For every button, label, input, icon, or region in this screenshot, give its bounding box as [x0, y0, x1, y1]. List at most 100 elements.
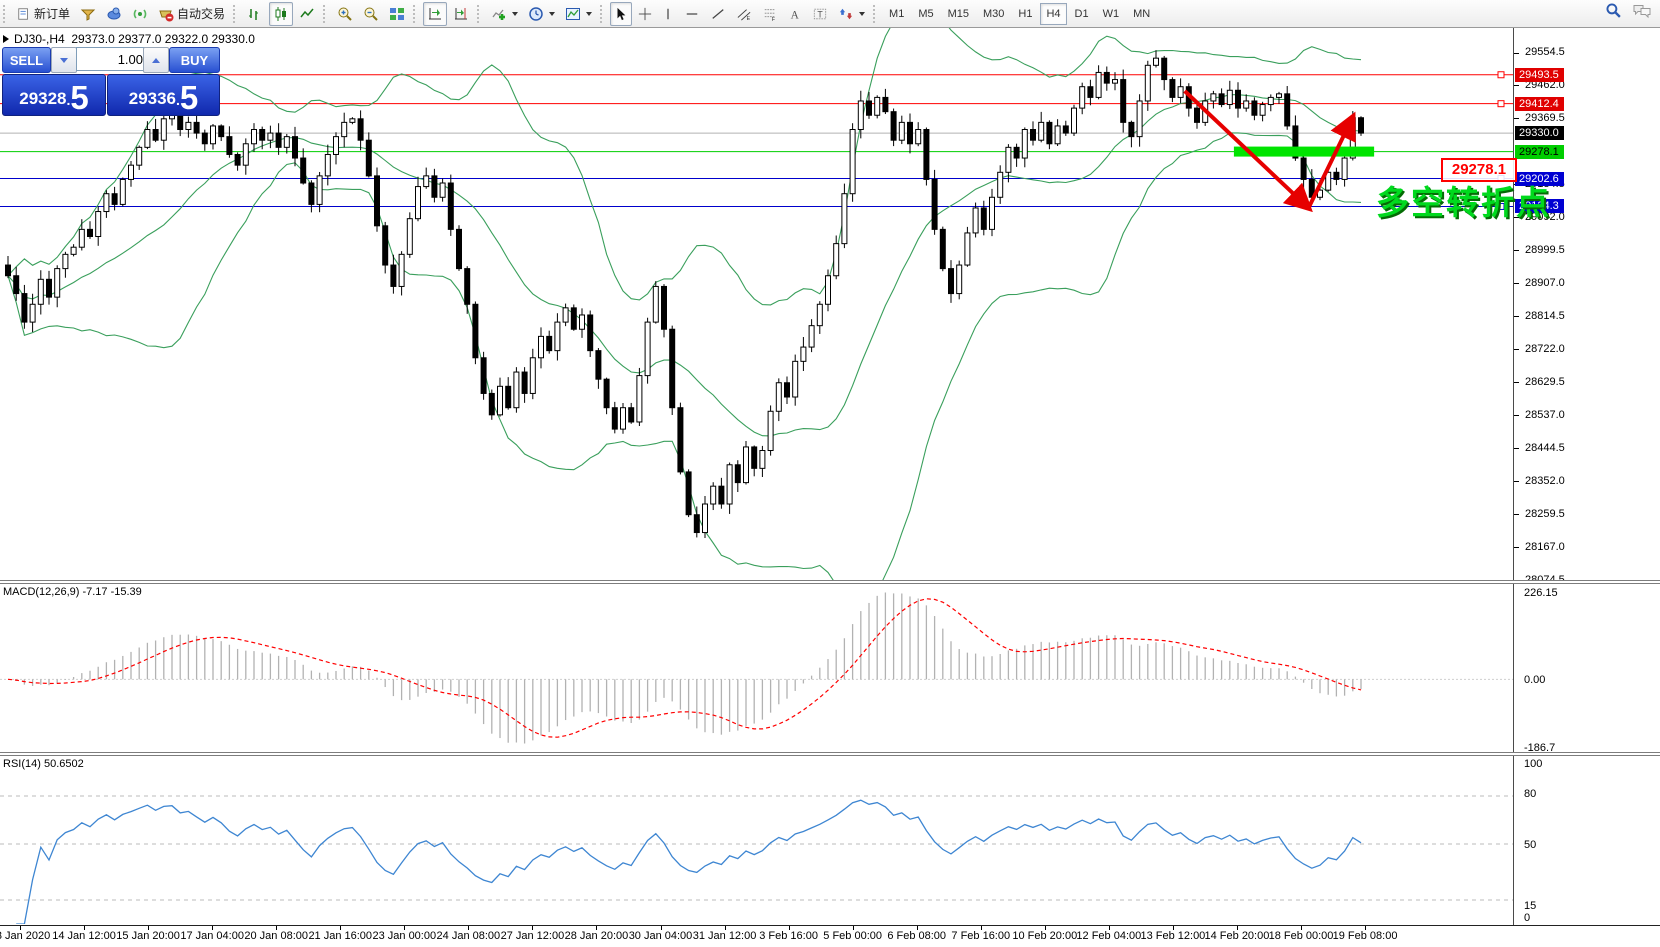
pane-divider[interactable]: [0, 580, 1660, 584]
time-axis[interactable]: 13 Jan 202014 Jan 12:0015 Jan 20:0017 Ja…: [0, 925, 1660, 947]
price-tick-dash: [1514, 415, 1519, 416]
vertical-line-button[interactable]: [658, 2, 678, 26]
tile-windows-button[interactable]: [385, 2, 409, 26]
timeframe-D1[interactable]: D1: [1069, 3, 1095, 25]
macd-axis-label: 0.00: [1524, 674, 1545, 686]
timeframe-M30[interactable]: M30: [977, 3, 1010, 25]
timeframe-M5[interactable]: M5: [912, 3, 939, 25]
buy-price-panel[interactable]: 29336.5: [107, 74, 220, 116]
indicators-button[interactable]: [487, 2, 522, 26]
macd-pane[interactable]: [0, 584, 1513, 752]
time-label: 14 Jan 12:00: [52, 930, 116, 942]
text-button[interactable]: A: [784, 2, 806, 26]
toolbar-grip[interactable]: [3, 5, 8, 23]
svg-text:T: T: [817, 9, 823, 19]
toolbar-grip[interactable]: [413, 5, 418, 23]
price-tick-dash: [1514, 448, 1519, 449]
price-tick: 28537.0: [1525, 409, 1565, 421]
tile-windows-icon: [389, 6, 405, 22]
horizontal-line-button[interactable]: [680, 2, 704, 26]
spin-up-icon: [152, 58, 160, 63]
text-label-button[interactable]: T: [808, 2, 832, 26]
time-label: 13 Jan 2020: [0, 930, 50, 942]
new-order-button[interactable]: 新订单: [13, 2, 74, 26]
arrows-caret-icon: [859, 12, 865, 16]
main-chart[interactable]: [0, 28, 1513, 584]
toolbar-grip[interactable]: [873, 5, 878, 23]
arrows-button[interactable]: [834, 2, 869, 26]
price-tick: 28167.0: [1525, 541, 1565, 553]
chart-line-button[interactable]: [295, 2, 319, 26]
time-label: 24 Jan 08:00: [437, 930, 501, 942]
chart-shift-button[interactable]: [449, 2, 473, 26]
buy-button[interactable]: BUY: [169, 47, 220, 73]
crosshair-button[interactable]: [634, 2, 656, 26]
candlestick-icon: [273, 6, 289, 22]
sell-button[interactable]: SELL: [2, 47, 51, 73]
fibonacci-button[interactable]: F: [758, 2, 782, 26]
search-icon[interactable]: [1605, 2, 1622, 19]
pane-divider[interactable]: [0, 752, 1660, 756]
toolbar-grip[interactable]: [600, 5, 605, 23]
rsi-axis-label: 80: [1524, 788, 1536, 800]
text-label-icon: T: [812, 7, 828, 21]
chart-bars-button[interactable]: [243, 2, 267, 26]
sell-price: 29328: [19, 84, 66, 114]
auto-trading-button[interactable]: 自动交易: [154, 2, 229, 26]
timeframe-MN[interactable]: MN: [1127, 3, 1156, 25]
rsi-pane[interactable]: [0, 756, 1513, 924]
community-button[interactable]: [102, 2, 126, 26]
periods-caret-icon: [549, 12, 555, 16]
timeframe-M15[interactable]: M15: [942, 3, 975, 25]
price-tick: 28352.0: [1525, 475, 1565, 487]
volume-up-button[interactable]: [143, 47, 169, 73]
trendline-icon: [710, 7, 726, 21]
turning-point-note[interactable]: 多空转折点: [1376, 176, 1551, 224]
templates-caret-icon: [586, 12, 592, 16]
channel-button[interactable]: E: [732, 2, 756, 26]
chart-candles-button[interactable]: [269, 2, 293, 26]
volume-down-button[interactable]: [51, 47, 77, 73]
auto-scroll-button[interactable]: [423, 2, 447, 26]
cursor-button[interactable]: [610, 2, 632, 26]
svg-text:F: F: [772, 17, 775, 21]
time-label: 31 Jan 12:00: [693, 930, 757, 942]
zoom-out-button[interactable]: [359, 2, 383, 26]
toolbar-grip[interactable]: [477, 5, 482, 23]
indicators-caret-icon: [512, 12, 518, 16]
mt4-window: 新订单 自动交易: [0, 0, 1660, 947]
price-tick: 29369.5: [1525, 112, 1565, 124]
price-tick-dash: [1514, 349, 1519, 350]
toolbar-grip[interactable]: [323, 5, 328, 23]
timeframe-W1[interactable]: W1: [1097, 3, 1126, 25]
periods-button[interactable]: [524, 2, 559, 26]
signals-icon: [132, 6, 148, 22]
toolbar-grip[interactable]: [233, 5, 238, 23]
chat-icon[interactable]: [1632, 2, 1652, 19]
trendline-button[interactable]: [706, 2, 730, 26]
line-chart-icon: [299, 6, 315, 22]
buy-price: 29336: [129, 84, 176, 114]
zoom-in-button[interactable]: [333, 2, 357, 26]
market-button[interactable]: [76, 2, 100, 26]
sell-price-panel[interactable]: 29328.5: [2, 74, 106, 116]
macd-label: MACD(12,26,9) -7.17 -15.39: [3, 586, 142, 598]
timeframe-H1[interactable]: H1: [1012, 3, 1038, 25]
community-icon: [106, 6, 122, 22]
timeframe-H4[interactable]: H4: [1040, 3, 1066, 25]
auto-scroll-icon: [427, 6, 443, 22]
fibonacci-icon: F: [762, 7, 778, 21]
signals-button[interactable]: [128, 2, 152, 26]
timeframe-M1[interactable]: M1: [883, 3, 910, 25]
chart-title: DJ30-,H4 29373.0 29377.0 29322.0 29330.0: [14, 32, 255, 46]
templates-button[interactable]: [561, 2, 596, 26]
price-line-label: 29330.0: [1515, 126, 1564, 140]
time-label: 14 Feb 20:00: [1205, 930, 1270, 942]
price-tick-dash: [1514, 316, 1519, 317]
auto-trading-label: 自动交易: [177, 5, 225, 22]
time-label: 23 Jan 00:00: [372, 930, 436, 942]
time-label: 19 Feb 08:00: [1333, 930, 1398, 942]
symbol-arrow-icon: [3, 35, 9, 43]
volume-input[interactable]: [76, 47, 149, 71]
time-label: 20 Jan 08:00: [244, 930, 308, 942]
